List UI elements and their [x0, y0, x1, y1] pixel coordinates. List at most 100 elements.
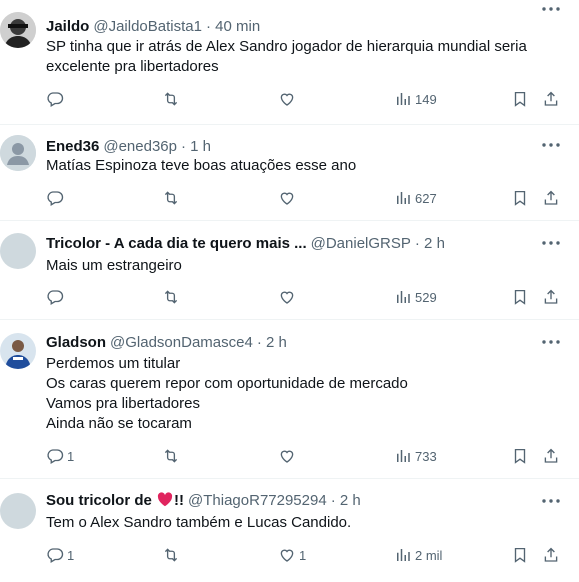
share-button[interactable] [542, 90, 560, 108]
tweet-jaildo[interactable]: Jaildo @JaildoBatista1 · 40 min SP tinha… [0, 0, 579, 125]
avatar[interactable] [0, 135, 36, 171]
bookmark-icon [511, 90, 529, 108]
share-button[interactable] [542, 288, 560, 306]
more-icon[interactable] [541, 140, 561, 150]
tweet-header: Tricolor - A cada dia te quero mais ... … [46, 233, 445, 253]
bookmark-button[interactable] [511, 447, 529, 465]
tweet-soutricolor[interactable]: Sou tricolor de !! @ThiagoR77295294 · 2 … [0, 479, 579, 582]
like-button[interactable] [278, 447, 299, 465]
reply-button[interactable] [46, 189, 67, 207]
views-icon [394, 546, 412, 564]
bookmark-icon [511, 447, 529, 465]
retweet-button[interactable] [162, 189, 183, 207]
views-button[interactable]: 627 [394, 189, 437, 207]
tweet-gladson[interactable]: Gladson @GladsonDamasce4 · 2 h Perdemos … [0, 320, 579, 479]
views-count: 149 [415, 91, 437, 107]
heart-icon [278, 447, 296, 465]
tweet-tricolor[interactable]: Tricolor - A cada dia te quero mais ... … [0, 221, 579, 320]
tweet-header: Jaildo @JaildoBatista1 · 40 min [46, 16, 260, 36]
heart-icon [278, 189, 296, 207]
bookmark-button[interactable] [511, 288, 529, 306]
handle[interactable]: @DanielGRSP [311, 235, 411, 252]
retweet-button[interactable] [162, 90, 183, 108]
avatar[interactable] [0, 12, 36, 48]
display-name[interactable]: Gladson [46, 334, 106, 351]
action-bar: 627 [46, 189, 566, 209]
reply-button[interactable] [46, 90, 67, 108]
more-icon[interactable] [541, 4, 561, 14]
tweet-text-line: SP tinha que ir atrás de Alex Sandro jog… [46, 38, 527, 55]
more-icon[interactable] [541, 238, 561, 248]
more-icon[interactable] [541, 496, 561, 506]
avatar[interactable] [0, 333, 36, 369]
like-count: 1 [299, 547, 307, 563]
bookmark-button[interactable] [511, 546, 529, 564]
reply-icon [46, 288, 64, 306]
tweet-text-line: Matías Espinoza teve boas atuações esse … [46, 157, 357, 174]
tweet-text-line: Os caras querem repor com oportunidade d… [46, 375, 408, 392]
tweet-text: Tem o Alex Sandro também e Lucas Candido… [46, 513, 351, 533]
reply-button[interactable]: 1 [46, 546, 74, 564]
display-name[interactable]: Sou tricolor de !! [46, 492, 184, 509]
retweet-icon [162, 546, 180, 564]
retweet-button[interactable] [162, 447, 183, 465]
display-name[interactable]: Tricolor - A cada dia te quero mais ... [46, 235, 307, 252]
tweet-text: Mais um estrangeiro [46, 256, 182, 276]
action-bar: 149 [46, 90, 566, 110]
bookmark-button[interactable] [511, 189, 529, 207]
heart-icon [278, 288, 296, 306]
share-icon [542, 189, 560, 207]
views-button[interactable]: 529 [394, 288, 437, 306]
like-button[interactable] [278, 288, 299, 306]
tweet-text-line: excelente pra libertadores [46, 58, 219, 75]
reply-count: 1 [67, 448, 75, 464]
retweet-icon [162, 288, 180, 306]
reply-button[interactable]: 1 [46, 447, 74, 465]
action-bar: 1 1 2 mil [46, 546, 566, 566]
retweet-button[interactable] [162, 546, 183, 564]
handle[interactable]: @ened36p [103, 138, 177, 155]
share-icon [542, 90, 560, 108]
tweet-text-line: Mais um estrangeiro [46, 257, 182, 274]
timestamp[interactable]: · 2 h [331, 492, 361, 509]
views-button[interactable]: 733 [394, 447, 437, 465]
bookmark-button[interactable] [511, 90, 529, 108]
handle[interactable]: @GladsonDamasce4 [110, 334, 253, 351]
tweet-text: Matías Espinoza teve boas atuações esse … [46, 156, 356, 176]
action-bar: 1 733 [46, 447, 566, 467]
display-name[interactable]: Ened36 [46, 138, 99, 155]
timestamp[interactable]: · 40 min [206, 18, 260, 35]
display-name[interactable]: Jaildo [46, 18, 89, 35]
views-button[interactable]: 149 [394, 90, 437, 108]
retweet-icon [162, 189, 180, 207]
timestamp[interactable]: · 2 h [257, 334, 287, 351]
retweet-icon [162, 90, 180, 108]
views-button[interactable]: 2 mil [394, 546, 442, 564]
tweet-ened36[interactable]: Ened36 @ened36p · 1 h Matías Espinoza te… [0, 125, 579, 221]
handle[interactable]: @JaildoBatista1 [93, 18, 202, 35]
views-icon [394, 447, 412, 465]
views-count: 733 [415, 448, 437, 464]
retweet-button[interactable] [162, 288, 183, 306]
heart-emoji-icon [157, 491, 173, 506]
tweet-header: Ened36 @ened36p · 1 h [46, 136, 211, 156]
share-button[interactable] [542, 189, 560, 207]
avatar[interactable] [0, 233, 36, 269]
share-button[interactable] [542, 447, 560, 465]
share-button[interactable] [542, 546, 560, 564]
like-button[interactable]: 1 [278, 546, 306, 564]
share-icon [542, 447, 560, 465]
reply-button[interactable] [46, 288, 67, 306]
tweet-text: Perdemos um titular Os caras querem repo… [46, 354, 408, 434]
timestamp[interactable]: · 2 h [415, 235, 445, 252]
share-icon [542, 288, 560, 306]
like-button[interactable] [278, 90, 299, 108]
like-button[interactable] [278, 189, 299, 207]
tweet-header: Sou tricolor de !! @ThiagoR77295294 · 2 … [46, 490, 361, 510]
handle[interactable]: @ThiagoR77295294 [188, 492, 327, 509]
more-icon[interactable] [541, 337, 561, 347]
tweet-text-line: Vamos pra libertadores [46, 395, 200, 412]
views-icon [394, 90, 412, 108]
timestamp[interactable]: · 1 h [181, 138, 211, 155]
avatar[interactable] [0, 493, 36, 529]
